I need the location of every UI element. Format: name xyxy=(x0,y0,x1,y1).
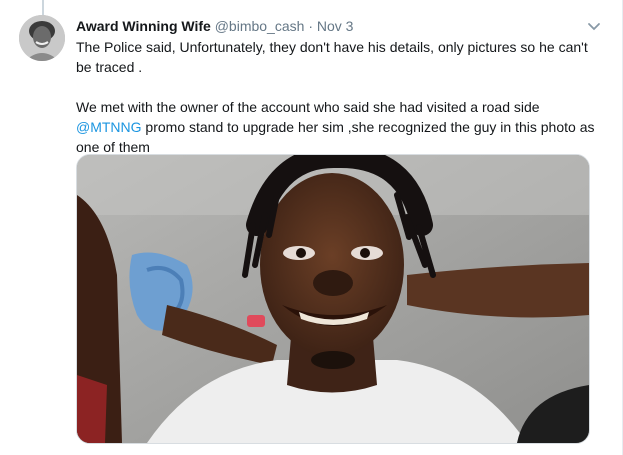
tweet-paragraph-1: The Police said, Unfortunately, they don… xyxy=(76,39,588,75)
tweet-paragraph-2: We met with the owner of the account who… xyxy=(76,97,604,157)
tweet-text: The Police said, Unfortunately, they don… xyxy=(76,37,604,157)
user-handle[interactable]: @bimbo_cash xyxy=(215,18,305,34)
tweet-header: Award Winning Wife @bimbo_cash · Nov 3 xyxy=(76,16,603,36)
thread-connector-line xyxy=(42,0,44,16)
chevron-down-icon[interactable] xyxy=(587,20,601,32)
tweet-text-segment: promo stand to upgrade her sim ,she reco… xyxy=(76,119,595,155)
tweet-date[interactable]: Nov 3 xyxy=(317,18,354,34)
tweet-text-segment: We met with the owner of the account who… xyxy=(76,99,540,115)
separator-dot: · xyxy=(308,18,313,34)
avatar[interactable] xyxy=(19,15,65,61)
tweet-photo[interactable] xyxy=(76,154,590,444)
tweet[interactable]: Award Winning Wife @bimbo_cash · Nov 3 T… xyxy=(0,0,623,455)
display-name[interactable]: Award Winning Wife xyxy=(76,18,211,34)
mention-link[interactable]: @MTNNG xyxy=(76,119,142,135)
